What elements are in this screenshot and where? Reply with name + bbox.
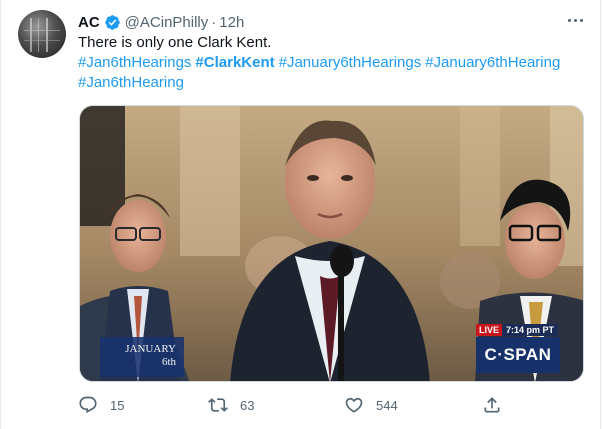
like-button[interactable]: 544 [344, 393, 398, 417]
overlay-day: 6th [161, 356, 176, 368]
author-name[interactable]: AC [78, 14, 100, 31]
tweet-actions: 15 63 544 [78, 393, 500, 417]
reply-icon [79, 396, 97, 414]
hashtag-link[interactable]: #January6thHearings [279, 54, 422, 71]
share-icon [484, 397, 500, 413]
share-button[interactable] [482, 393, 502, 417]
hashtag-link[interactable]: #Jan6thHearings [78, 54, 191, 71]
tweet-body-text: There is only one Clark Kent. [78, 34, 272, 51]
divider-right [600, 0, 601, 429]
hashtag-line-1: #Jan6thHearings #ClarkKent #January6thHear… [78, 53, 583, 73]
live-badge: LIVE 7:14 pm PT [476, 323, 559, 336]
divider-left [0, 0, 1, 429]
verified-icon [104, 14, 121, 31]
avatar[interactable] [18, 10, 66, 58]
header-separator: · [211, 13, 217, 31]
hashtag-link[interactable]: #January6thHearing [425, 54, 560, 71]
like-icon [345, 397, 363, 413]
retweet-icon [208, 398, 228, 412]
overlay-month: JANUARY [125, 343, 176, 355]
live-time: 7:14 pm PT [502, 323, 559, 336]
tweet-media-image[interactable]: JANUARY 6th LIVE 7:14 pm PT C·SPAN [79, 105, 584, 382]
cspan-logo: C·SPAN [476, 337, 560, 373]
tweet-text: There is only one Clark Kent. #Jan6thHea… [78, 33, 583, 93]
author-handle[interactable]: @ACinPhilly [125, 14, 209, 31]
reply-count: 15 [110, 397, 125, 413]
tweet[interactable]: AC @ACinPhilly · 12h There is only one C… [0, 0, 602, 429]
hashtag-link[interactable]: #ClarkKent [195, 54, 274, 71]
retweet-button[interactable]: 63 [208, 393, 254, 417]
reply-button[interactable]: 15 [78, 393, 124, 417]
tweet-timestamp[interactable]: 12h [219, 14, 244, 31]
like-count: 544 [376, 397, 398, 413]
hashtag-line-2: #Jan6thHearing [78, 73, 583, 93]
tweet-header: AC @ACinPhilly · 12h [78, 12, 244, 32]
more-icon[interactable] [565, 14, 585, 26]
retweet-count: 63 [240, 397, 255, 413]
january-6th-overlay: JANUARY 6th [100, 337, 184, 377]
live-label: LIVE [476, 323, 503, 336]
hashtag-link[interactable]: #Jan6thHearing [78, 74, 184, 91]
